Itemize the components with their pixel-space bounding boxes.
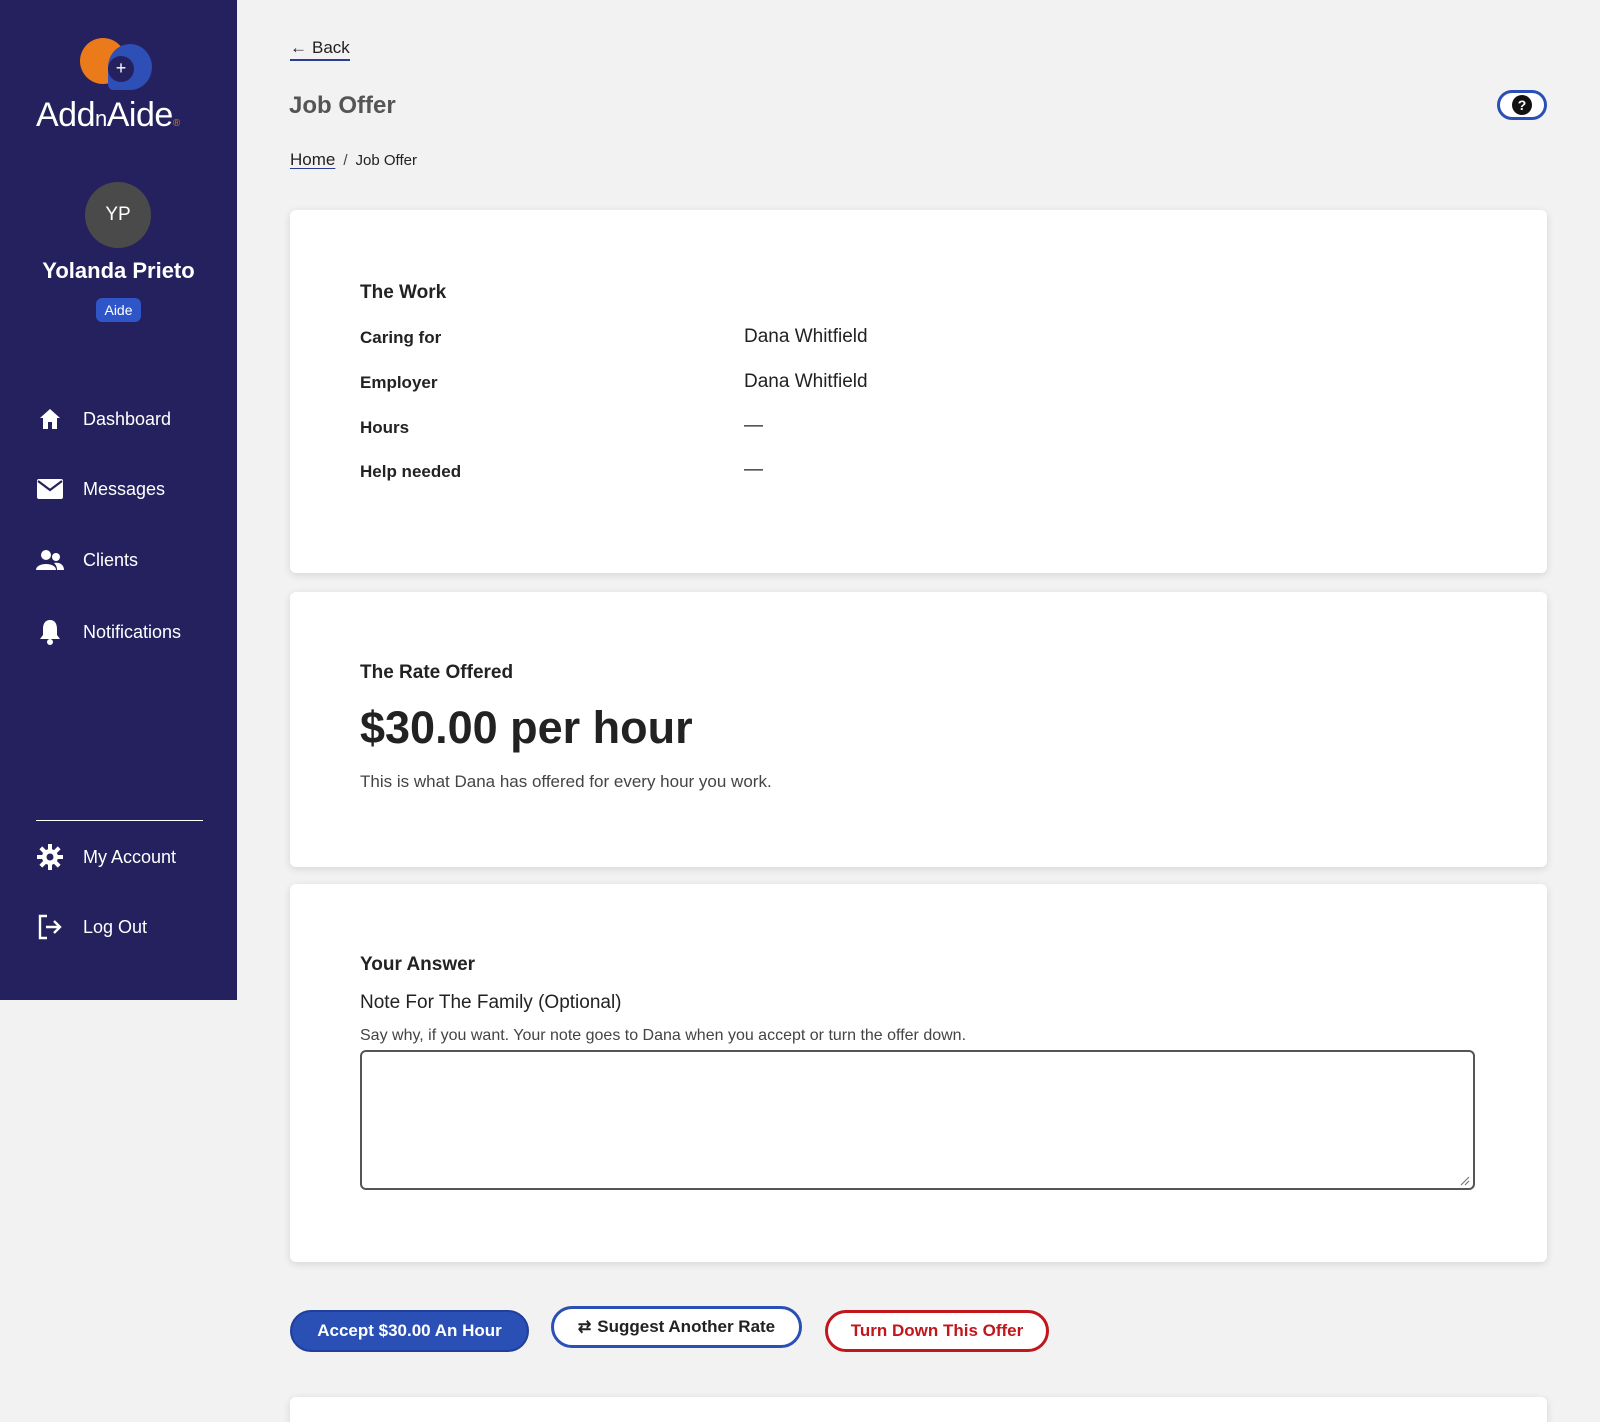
logo-wordmark: AddnAide®	[36, 96, 180, 134]
back-label: Back	[312, 38, 350, 57]
breadcrumb-current: Job Offer	[355, 151, 417, 169]
sidebar-item-dashboard[interactable]: Dashboard	[36, 399, 226, 439]
suggest-rate-label: Suggest Another Rate	[597, 1317, 776, 1336]
hours-value: —	[744, 415, 763, 436]
logo-plus-icon: +	[108, 56, 134, 82]
work-heading: The Work	[360, 282, 447, 303]
home-icon	[36, 405, 64, 433]
sidebar-item-label: Clients	[83, 549, 139, 570]
caring-for-value: Dana Whitfield	[744, 326, 868, 347]
user-name: Yolanda Prieto	[42, 258, 195, 283]
note-help-text: Say why, if you want. Your note goes to …	[360, 1027, 967, 1044]
breadcrumb-separator: /	[343, 151, 348, 169]
decline-offer-button[interactable]: Turn Down This Offer	[825, 1310, 1049, 1352]
resize-grip-icon[interactable]	[1458, 1174, 1470, 1186]
answer-card: Your Answer Note For The Family (Optiona…	[290, 884, 1547, 1262]
bell-icon	[36, 618, 64, 646]
employer-value: Dana Whitfield	[744, 371, 868, 392]
page-title: Job Offer	[289, 92, 396, 119]
rate-heading: The Rate Offered	[360, 662, 514, 683]
caring-for-label: Caring for	[360, 328, 442, 347]
sidebar-item-my-account[interactable]: My Account	[36, 837, 226, 877]
back-link[interactable]: ← Back	[290, 38, 350, 61]
swap-arrows-icon: ⇄	[577, 1319, 592, 1336]
logout-icon	[36, 913, 64, 941]
note-textarea[interactable]	[360, 1050, 1475, 1190]
envelope-icon	[36, 475, 64, 503]
next-card	[290, 1397, 1547, 1422]
gear-icon	[36, 843, 64, 871]
breadcrumb: Home / Job Offer	[290, 150, 417, 170]
sidebar-item-log-out[interactable]: Log Out	[36, 907, 226, 947]
sidebar-item-notifications[interactable]: Notifications	[36, 612, 226, 652]
rate-description: This is what Dana has offered for every …	[360, 772, 772, 791]
sidebar-item-messages[interactable]: Messages	[36, 469, 226, 509]
rate-amount: $30.00 per hour	[360, 702, 693, 753]
help-needed-label: Help needed	[360, 462, 462, 481]
work-card: The Work Caring for Dana Whitfield Emplo…	[290, 210, 1547, 573]
users-icon	[36, 546, 64, 574]
question-icon: ?	[1512, 95, 1532, 115]
answer-heading: Your Answer	[360, 954, 476, 975]
addnaide-logo[interactable]: + AddnAide®	[36, 34, 206, 134]
sidebar-item-label: Notifications	[83, 621, 182, 642]
sidebar-item-clients[interactable]: Clients	[36, 540, 226, 580]
note-label: Note For The Family (Optional)	[360, 992, 622, 1013]
sidebar-item-label: My Account	[83, 846, 177, 867]
help-button[interactable]: ?	[1497, 90, 1547, 120]
sidebar-item-label: Dashboard	[83, 408, 172, 429]
accept-offer-button[interactable]: Accept $30.00 An Hour	[290, 1310, 529, 1352]
employer-label: Employer	[360, 373, 438, 392]
breadcrumb-home-link[interactable]: Home	[290, 150, 335, 170]
role-badge: Aide	[96, 298, 141, 322]
hours-label: Hours	[360, 418, 410, 437]
rate-card: The Rate Offered $30.00 per hour This is…	[290, 592, 1547, 867]
sidebar-item-label: Messages	[83, 478, 166, 499]
help-needed-value: —	[744, 459, 763, 480]
arrow-left-icon: ←	[290, 38, 307, 57]
sidebar-item-label: Log Out	[83, 916, 148, 937]
avatar: YP	[85, 182, 151, 248]
suggest-rate-button[interactable]: ⇄ Suggest Another Rate	[551, 1306, 802, 1348]
sidebar-divider	[36, 820, 203, 821]
sidebar: + AddnAide® YP Yolanda Prieto Aide Dashb…	[0, 0, 237, 1000]
